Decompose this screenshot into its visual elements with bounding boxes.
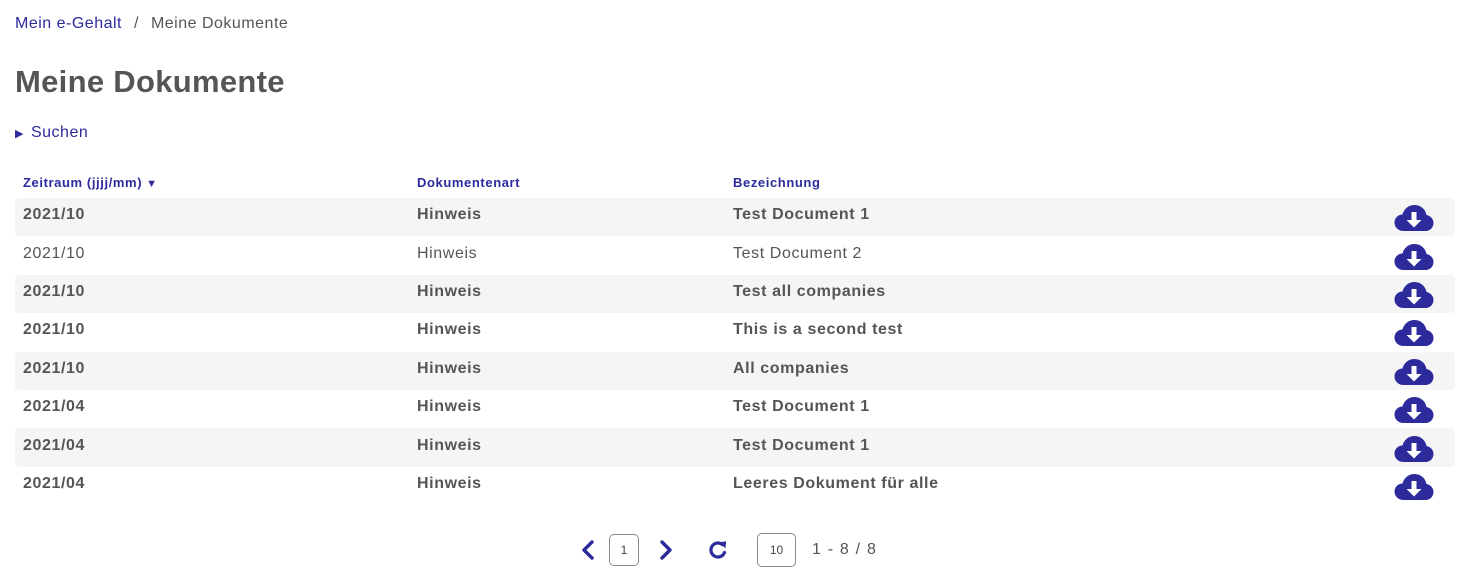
pagination-range: 1 - 8 / 8	[812, 540, 878, 558]
breadcrumb: Mein e-Gehalt / Meine Dokumente	[15, 15, 288, 33]
breadcrumb-separator: /	[134, 15, 139, 32]
table-header: Zeitraum (jjjj/mm) ▼ Dokumentenart Bezeic…	[15, 166, 1455, 198]
cell-period: 2021/04	[23, 436, 86, 454]
download-button[interactable]	[1394, 473, 1434, 503]
cell-name: Leeres Dokument für alle	[733, 474, 939, 492]
cell-type: Hinweis	[417, 244, 478, 262]
breadcrumb-home-link[interactable]: Mein e-Gehalt	[15, 15, 122, 33]
cloud-download-icon	[1394, 358, 1434, 385]
column-header-type[interactable]: Dokumentenart	[417, 175, 733, 190]
download-button[interactable]	[1394, 358, 1434, 388]
table-row[interactable]: 2021/10 Hinweis Test all companies	[15, 274, 1455, 314]
cell-type: Hinweis	[417, 206, 482, 224]
download-button[interactable]	[1394, 396, 1434, 426]
cell-type: Hinweis	[417, 321, 482, 339]
page-size-selector[interactable]: 10	[757, 532, 796, 567]
cloud-download-icon	[1394, 397, 1434, 424]
table-row[interactable]: 2021/10 Hinweis Test Document 1	[15, 198, 1455, 237]
documents-table: Zeitraum (jjjj/mm) ▼ Dokumentenart Bezeic…	[15, 166, 1455, 505]
cell-type: Hinweis	[417, 436, 482, 454]
chevron-left-icon	[582, 539, 594, 560]
pagination: 1 10 1 - 8 / 8	[575, 532, 877, 567]
column-header-name[interactable]: Bezeichnung	[733, 175, 1373, 190]
refresh-icon	[709, 540, 727, 559]
search-toggle-label: Suchen	[30, 124, 89, 141]
column-header-period-label: Zeitraum (jjjj/mm)	[23, 174, 143, 190]
table-row[interactable]: 2021/04 Hinweis Test Document 1	[15, 390, 1455, 428]
cloud-download-icon	[1394, 281, 1434, 308]
cell-period: 2021/10	[23, 244, 86, 262]
cloud-download-icon	[1394, 205, 1434, 232]
cloud-download-icon	[1394, 243, 1434, 270]
cell-type: Hinweis	[417, 359, 482, 377]
cell-name: Test Document 2	[733, 244, 863, 262]
cell-type: Hinweis	[417, 398, 482, 416]
page-title: Meine Dokumente	[15, 64, 285, 99]
current-page-indicator[interactable]: 1	[609, 533, 639, 566]
download-button[interactable]	[1394, 243, 1434, 273]
download-button[interactable]	[1394, 319, 1434, 349]
cell-name: Test Document 1	[733, 398, 870, 416]
search-toggle[interactable]: ▶ Suchen	[15, 124, 88, 142]
cell-type: Hinweis	[417, 474, 482, 492]
sort-down-triangle-icon: ▼	[146, 177, 158, 190]
cell-type: Hinweis	[417, 282, 482, 300]
column-header-period[interactable]: Zeitraum (jjjj/mm) ▼	[15, 175, 417, 190]
table-row[interactable]: 2021/10 Hinweis All companies	[15, 351, 1455, 390]
table-row[interactable]: 2021/04 Hinweis Leeres Dokument für alle	[15, 467, 1455, 505]
download-button[interactable]	[1394, 204, 1434, 234]
breadcrumb-current: Meine Dokumente	[150, 15, 289, 32]
refresh-button[interactable]	[705, 537, 731, 563]
cell-period: 2021/04	[23, 398, 86, 416]
table-row[interactable]: 2021/04 Hinweis Test Document 1	[15, 428, 1455, 467]
cell-name: All companies	[733, 359, 850, 377]
cell-period: 2021/10	[23, 282, 86, 300]
download-button[interactable]	[1394, 281, 1434, 311]
cell-name: Test Document 1	[733, 436, 870, 454]
table-body: 2021/10 Hinweis Test Document 1 2021/10 Hinw…	[15, 198, 1455, 505]
cell-period: 2021/10	[23, 321, 86, 339]
cloud-download-icon	[1394, 320, 1434, 347]
table-row[interactable]: 2021/10 Hinweis Test Document 2	[15, 236, 1455, 274]
table-row[interactable]: 2021/10 Hinweis This is a second test	[15, 313, 1455, 351]
cell-name: This is a second test	[733, 321, 903, 339]
cell-period: 2021/10	[23, 206, 86, 224]
cloud-download-icon	[1394, 435, 1434, 462]
cloud-download-icon	[1394, 473, 1434, 500]
chevron-right-icon	[660, 539, 672, 560]
cell-period: 2021/04	[23, 474, 86, 492]
expand-triangle-icon: ▶	[15, 127, 24, 140]
next-page-button[interactable]	[653, 537, 679, 563]
previous-page-button[interactable]	[575, 537, 601, 563]
download-button[interactable]	[1394, 435, 1434, 465]
cell-name: Test Document 1	[733, 206, 870, 224]
cell-name: Test all companies	[733, 282, 886, 300]
cell-period: 2021/10	[23, 359, 86, 377]
